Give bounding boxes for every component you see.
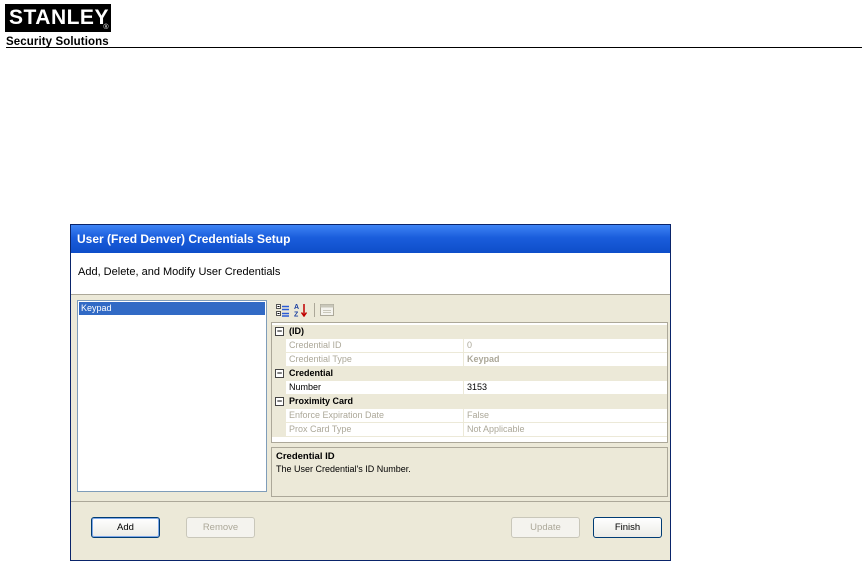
- svg-text:A: A: [294, 304, 299, 311]
- property-row-credential-type[interactable]: Credential Type Keypad: [272, 353, 667, 367]
- header-divider: [6, 47, 862, 48]
- credentials-setup-window: User (Fred Denver) Credentials Setup Add…: [70, 224, 671, 561]
- row-indent: [272, 353, 286, 367]
- remove-button[interactable]: Remove: [186, 517, 255, 538]
- property-panel: A Z − (ID) Credential ID 0 Credential Ty…: [271, 300, 668, 498]
- window-title[interactable]: User (Fred Denver) Credentials Setup: [71, 225, 670, 253]
- column-divider: [463, 339, 464, 353]
- column-divider: [463, 409, 464, 423]
- category-label: Credential: [289, 368, 334, 378]
- property-value: Keypad: [467, 354, 500, 364]
- logo-text: STANLEY: [9, 6, 109, 29]
- property-grid[interactable]: − (ID) Credential ID 0 Credential Type K…: [271, 322, 668, 443]
- column-divider: [463, 381, 464, 395]
- property-value: Not Applicable: [467, 424, 525, 434]
- property-name: Enforce Expiration Date: [289, 410, 385, 420]
- category-id[interactable]: − (ID): [272, 325, 667, 339]
- categorized-icon[interactable]: [275, 302, 291, 318]
- category-label: Proximity Card: [289, 396, 354, 406]
- collapse-icon[interactable]: −: [275, 397, 284, 406]
- description-title: Credential ID: [276, 451, 335, 462]
- button-row-divider: [71, 501, 670, 502]
- add-button[interactable]: Add: [91, 517, 160, 538]
- column-divider: [463, 423, 464, 437]
- credential-list[interactable]: Keypad: [77, 300, 267, 492]
- property-row-enforce-expiration[interactable]: Enforce Expiration Date False: [272, 409, 667, 423]
- property-name: Credential ID: [289, 340, 342, 350]
- column-divider: [463, 353, 464, 367]
- row-indent: [272, 339, 286, 353]
- category-label: (ID): [289, 326, 304, 336]
- row-indent: [272, 423, 286, 437]
- header-banner: Add, Delete, and Modify User Credentials: [71, 253, 670, 295]
- list-item-keypad[interactable]: Keypad: [79, 302, 265, 315]
- property-name: Credential Type: [289, 354, 352, 364]
- svg-text:Z: Z: [294, 312, 299, 318]
- alphabetical-icon[interactable]: A Z: [293, 302, 309, 318]
- description-pane: Credential ID The User Credential's ID N…: [271, 447, 668, 497]
- property-pages-icon: [319, 302, 335, 318]
- row-indent: [272, 409, 286, 423]
- property-name: Prox Card Type: [289, 424, 352, 434]
- stanley-logo: STANLEY ®: [5, 4, 111, 32]
- collapse-icon[interactable]: −: [275, 327, 284, 336]
- property-toolbar: A Z: [271, 300, 668, 320]
- property-value: False: [467, 410, 490, 420]
- row-indent: [272, 381, 286, 395]
- finish-button[interactable]: Finish: [593, 517, 662, 538]
- property-row-number[interactable]: Number 3153: [272, 381, 667, 395]
- property-value: 0: [467, 340, 473, 350]
- property-row-prox-card-type[interactable]: Prox Card Type Not Applicable: [272, 423, 667, 437]
- property-row-credential-id[interactable]: Credential ID 0: [272, 339, 667, 353]
- category-credential[interactable]: − Credential: [272, 367, 667, 381]
- update-button[interactable]: Update: [511, 517, 580, 538]
- registered-mark: ®: [103, 24, 109, 31]
- property-name: Number: [289, 382, 322, 392]
- description-text: The User Credential's ID Number.: [276, 464, 411, 474]
- banner-text: Add, Delete, and Modify User Credentials: [78, 266, 281, 278]
- collapse-icon[interactable]: −: [275, 369, 284, 378]
- category-proximity-card[interactable]: − Proximity Card: [272, 395, 667, 409]
- number-value-field[interactable]: 3153: [467, 381, 487, 394]
- toolbar-separator: [314, 303, 315, 317]
